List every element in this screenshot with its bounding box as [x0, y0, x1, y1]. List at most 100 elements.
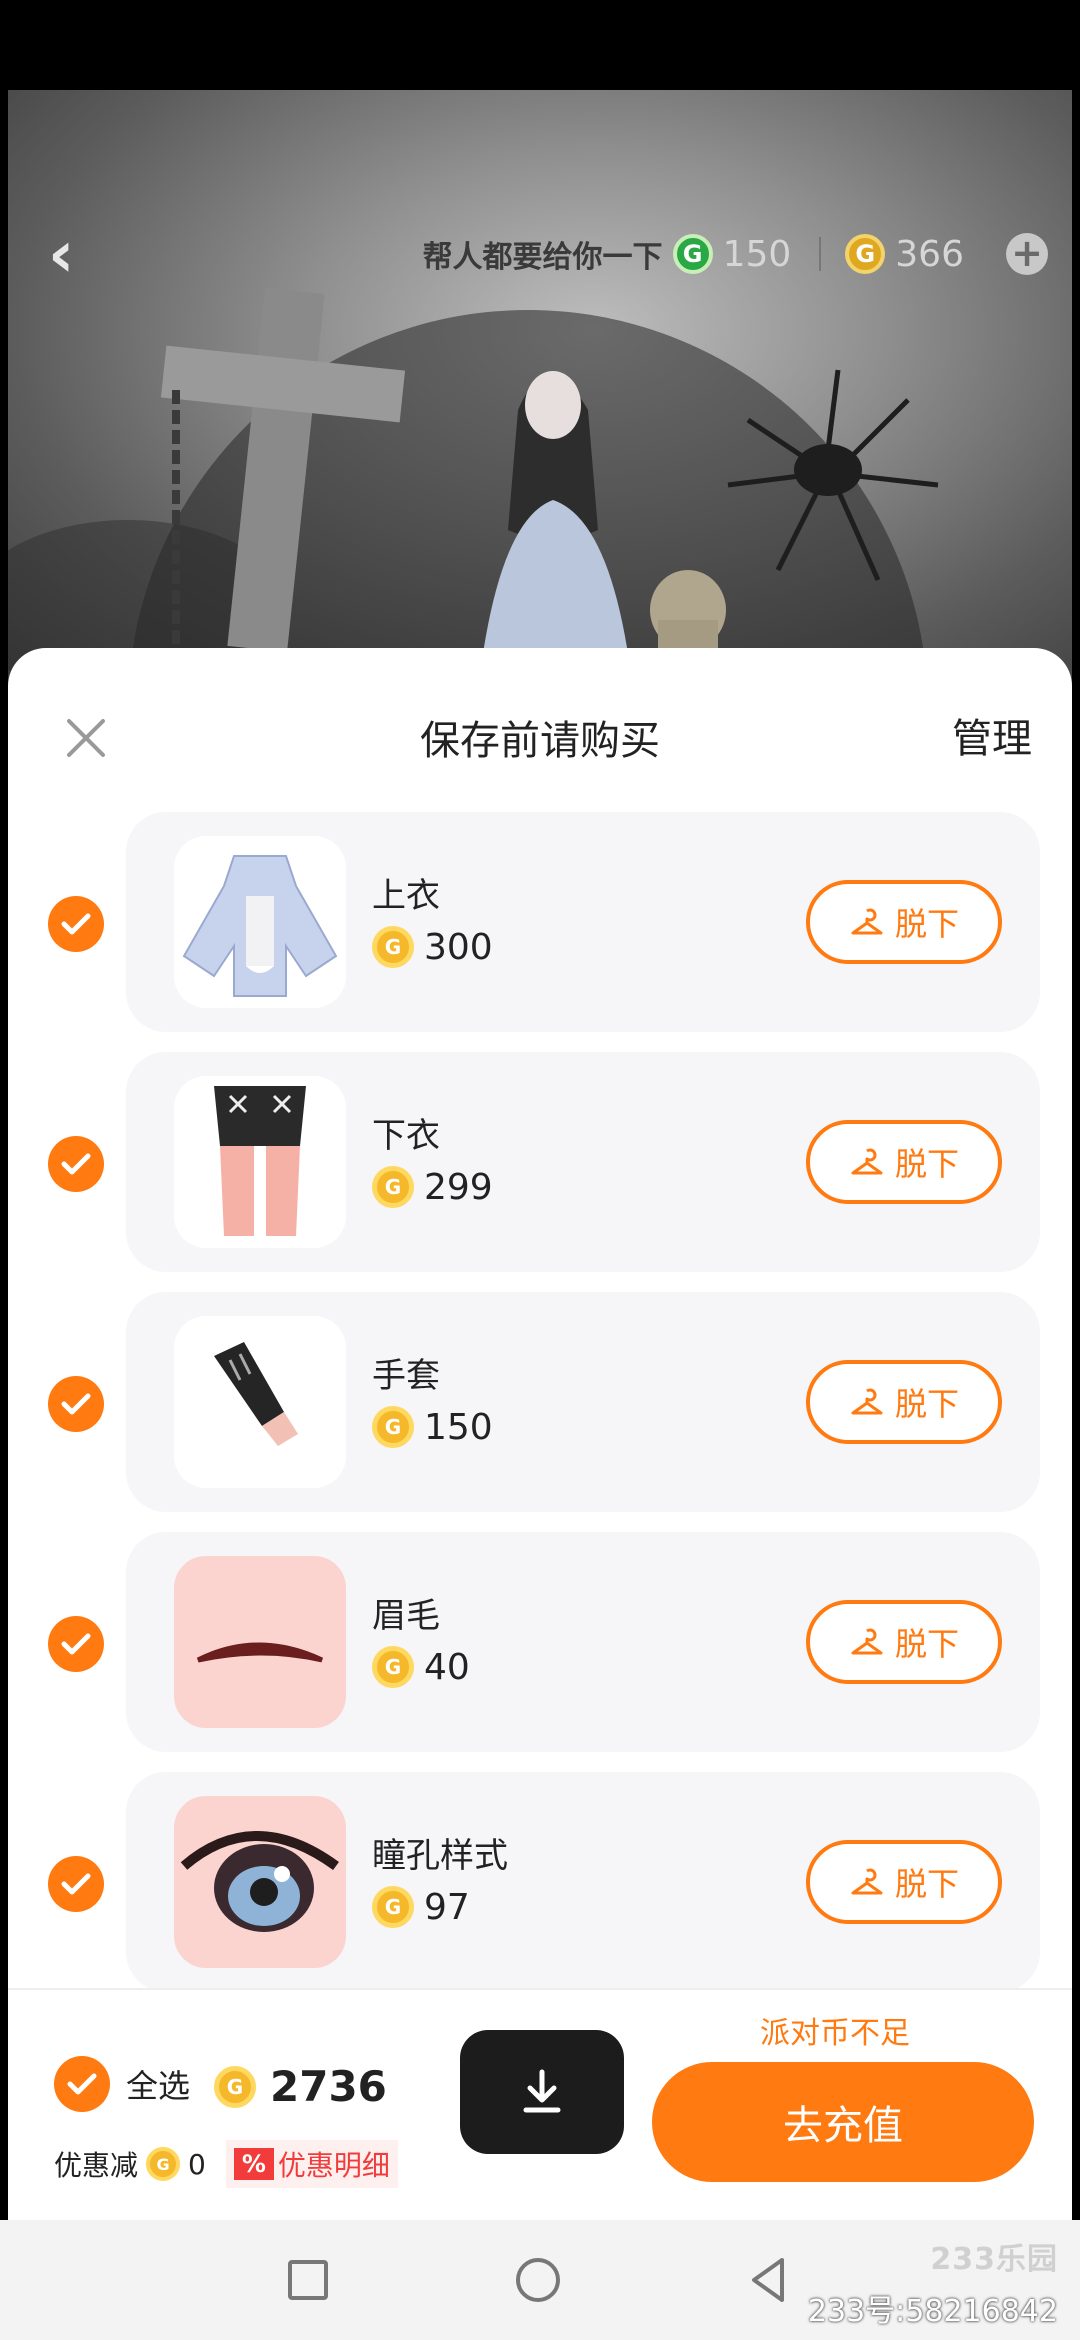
item-card: 下衣 G 299 脱下	[126, 1052, 1040, 1272]
home-icon[interactable]	[508, 2250, 568, 2310]
item-name: 瞳孔样式	[372, 1836, 508, 1876]
take-off-label: 脱下	[894, 1145, 959, 1183]
coin-icon: G	[372, 926, 414, 968]
currency-bar: 帮人都要给你一下 G 150 G 366 +	[423, 222, 1048, 286]
item-checkbox[interactable]	[48, 896, 104, 952]
checkout-footer: 派对币不足 全选 G 2736 优惠减 G 0 % 优惠明细 去充值	[8, 1988, 1072, 2220]
hanger-icon	[851, 908, 883, 935]
gold-currency-value: 366	[895, 233, 964, 275]
item-card: 上衣 G 300 脱下	[126, 812, 1040, 1032]
coin-icon: G	[372, 1406, 414, 1448]
total-price: G 2736	[214, 2062, 387, 2111]
manage-button[interactable]: 管理	[952, 706, 1032, 764]
insufficient-funds-text: 派对币不足	[760, 2016, 910, 2051]
take-off-label: 脱下	[894, 905, 959, 943]
item-name: 眉毛	[372, 1596, 440, 1636]
item-card: 瞳孔样式 G 97 脱下	[126, 1772, 1040, 1992]
item-card: 手套 G 150 脱下	[126, 1292, 1040, 1512]
back-arrow-icon[interactable]: ‹	[48, 220, 98, 290]
status-bar	[0, 0, 1080, 88]
recent-apps-icon[interactable]	[278, 2250, 338, 2310]
download-icon	[523, 2069, 561, 2113]
green-coin-icon: G	[672, 234, 713, 274]
pupil-icon	[180, 1831, 339, 1932]
gold-coin-icon: G	[845, 234, 886, 274]
item-price: G 150	[372, 1406, 493, 1448]
check-icon	[61, 1393, 91, 1415]
download-button[interactable]	[460, 2030, 624, 2154]
scene-hint-text: 帮人都要给你一下	[422, 240, 663, 275]
take-off-button[interactable]: 脱下	[806, 1840, 1002, 1924]
item-thumbnail	[174, 1556, 346, 1728]
green-currency-value: 150	[722, 233, 792, 275]
item-checkbox[interactable]	[48, 1136, 104, 1192]
item-list: 上衣 G 300 脱下 下衣 G 299 脱下 手套 G 150 脱下 眉毛 G…	[8, 812, 1072, 2012]
item-price: G 300	[372, 926, 493, 968]
eyebrow-icon	[196, 1642, 324, 1663]
top-garment-icon	[182, 855, 338, 997]
hanger-icon	[851, 1868, 883, 1895]
hanger-icon	[851, 1148, 883, 1175]
take-off-button[interactable]: 脱下	[806, 1600, 1002, 1684]
item-name: 上衣	[372, 876, 440, 916]
select-all-toggle[interactable]: 全选	[54, 2056, 190, 2112]
check-icon	[67, 2073, 97, 2095]
select-all-checkbox[interactable]	[54, 2056, 110, 2112]
back-triangle-icon[interactable]	[738, 2250, 798, 2310]
purchase-sheet: 保存前请购买 管理 上衣 G 300 脱下 下衣 G 299 脱下 手套 G 1…	[8, 648, 1072, 2220]
item-name: 下衣	[372, 1116, 440, 1156]
check-icon	[61, 913, 91, 935]
list-item: 眉毛 G 40 脱下	[8, 1532, 1072, 1772]
item-price-value: 300	[424, 926, 493, 968]
check-icon	[61, 1633, 91, 1655]
avatar-scene-art	[8, 287, 939, 690]
divider	[819, 237, 822, 271]
take-off-label: 脱下	[894, 1385, 959, 1423]
item-card: 眉毛 G 40 脱下	[126, 1532, 1040, 1752]
bottom-garment-icon	[214, 1086, 306, 1236]
discount-label: 优惠减	[54, 2149, 139, 2182]
item-price-value: 40	[424, 1646, 470, 1688]
item-thumbnail	[174, 1796, 346, 1968]
item-price: G 299	[372, 1166, 493, 1208]
item-thumbnail	[174, 836, 346, 1008]
check-icon	[61, 1873, 91, 1895]
list-item: 手套 G 150 脱下	[8, 1292, 1072, 1532]
discount-value: 0	[188, 2147, 206, 2181]
take-off-button[interactable]: 脱下	[806, 1120, 1002, 1204]
sheet-title: 保存前请购买	[420, 718, 660, 764]
check-icon	[61, 1153, 91, 1175]
discount-row: 优惠减 G 0 % 优惠明细	[54, 2140, 398, 2188]
recharge-button[interactable]: 去充值	[652, 2062, 1034, 2182]
select-all-label: 全选	[126, 2067, 191, 2105]
item-thumbnail	[174, 1076, 346, 1248]
coin-icon: G	[372, 1166, 414, 1208]
item-price: G 40	[372, 1646, 470, 1688]
list-item: 下衣 G 299 脱下	[8, 1052, 1072, 1292]
take-off-label: 脱下	[894, 1865, 959, 1903]
discount-detail-link[interactable]: % 优惠明细	[225, 2140, 398, 2188]
watermark-logo: 233乐园	[930, 2242, 1058, 2277]
coin-icon: G	[146, 2147, 181, 2181]
item-checkbox[interactable]	[48, 1616, 104, 1672]
take-off-button[interactable]: 脱下	[806, 1360, 1002, 1444]
item-thumbnail	[174, 1316, 346, 1488]
item-price-value: 299	[424, 1166, 493, 1208]
item-price-value: 150	[424, 1406, 493, 1448]
item-checkbox[interactable]	[48, 1376, 104, 1432]
take-off-label: 脱下	[894, 1625, 959, 1663]
item-price: G 97	[372, 1886, 470, 1928]
add-currency-button[interactable]: +	[1006, 233, 1048, 275]
system-nav-bar: 233乐园 233号:58216842	[0, 2220, 1080, 2340]
hanger-icon	[851, 1388, 883, 1415]
percent-tag-icon: %	[233, 2148, 274, 2180]
coin-icon: G	[372, 1886, 414, 1928]
take-off-button[interactable]: 脱下	[806, 880, 1002, 964]
coin-icon: G	[372, 1646, 414, 1688]
item-price-value: 97	[424, 1886, 470, 1928]
hanger-icon	[851, 1628, 883, 1655]
list-item: 上衣 G 300 脱下	[8, 812, 1072, 1052]
watermark-id: 233号:58216842	[807, 2294, 1058, 2329]
item-checkbox[interactable]	[48, 1856, 104, 1912]
coin-icon: G	[214, 2065, 256, 2108]
